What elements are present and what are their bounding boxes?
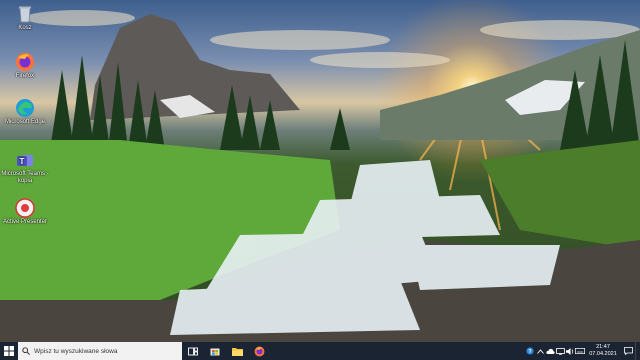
desktop-icon-edge[interactable]: Microsoft Edge bbox=[0, 98, 50, 126]
clock-date: 07.04.2021 bbox=[589, 351, 617, 357]
teams-icon: T bbox=[15, 150, 35, 170]
taskbar-app-file-explorer[interactable] bbox=[226, 342, 248, 360]
taskbar-app-store[interactable] bbox=[204, 342, 226, 360]
desktop-wallpaper[interactable]: Kosz Firefox Microsoft Edge T Microsoft … bbox=[0, 0, 640, 342]
firefox-icon bbox=[15, 52, 35, 72]
desktop-icon-label: Microsoft Edge bbox=[4, 119, 46, 125]
taskbar: Wpisz tu wyszukiwane słowa ? 21:47 07.04… bbox=[0, 342, 640, 360]
chevron-up-icon[interactable] bbox=[535, 342, 545, 360]
search-placeholder: Wpisz tu wyszukiwane słowa bbox=[34, 347, 118, 355]
firefox-icon bbox=[254, 346, 264, 356]
svg-text:T: T bbox=[20, 157, 25, 166]
keyboard-icon[interactable] bbox=[575, 342, 585, 360]
desktop-icon-label: Active Presenter bbox=[2, 219, 48, 225]
desktop-icon-active-presenter[interactable]: Active Presenter bbox=[0, 198, 50, 226]
desktop-icon-recycle-bin[interactable]: Kosz bbox=[0, 4, 50, 32]
desktop-icon-label: Microsoft Teams - kopia bbox=[1, 171, 49, 184]
edge-icon bbox=[15, 98, 35, 118]
microsoft-store-icon bbox=[210, 348, 220, 356]
start-button[interactable] bbox=[0, 342, 18, 360]
taskbar-app-firefox[interactable] bbox=[248, 342, 270, 360]
system-tray: ? 21:47 07.04.2021 bbox=[525, 342, 640, 360]
help-icon[interactable]: ? bbox=[525, 342, 535, 360]
desktop-icon-label: Kosz bbox=[18, 25, 32, 31]
notification-icon bbox=[623, 347, 633, 355]
active-presenter-icon bbox=[15, 198, 35, 218]
show-desktop-button[interactable] bbox=[635, 342, 640, 360]
svg-text:?: ? bbox=[528, 349, 532, 355]
search-icon bbox=[22, 347, 30, 355]
meadow-right bbox=[480, 140, 640, 250]
clock-time: 21:47 bbox=[596, 344, 610, 350]
windows-logo-icon bbox=[4, 346, 14, 356]
network-icon[interactable] bbox=[555, 342, 565, 360]
cloud-icon[interactable] bbox=[545, 342, 555, 360]
desktop-icon-teams[interactable]: T Microsoft Teams - kopia bbox=[0, 150, 50, 185]
wallpaper-landscape bbox=[0, 10, 640, 342]
clock[interactable]: 21:47 07.04.2021 bbox=[585, 344, 621, 358]
task-view-button[interactable] bbox=[182, 342, 204, 360]
desktop-icon-label: Firefox bbox=[15, 73, 35, 79]
taskbar-search-box[interactable]: Wpisz tu wyszukiwane słowa bbox=[18, 342, 182, 360]
notification-center-button[interactable] bbox=[621, 342, 635, 360]
task-view-icon bbox=[188, 347, 198, 355]
file-explorer-icon bbox=[231, 347, 243, 356]
recycle-bin-icon bbox=[15, 4, 35, 24]
desktop-icon-firefox[interactable]: Firefox bbox=[0, 52, 50, 80]
volume-icon[interactable] bbox=[565, 342, 575, 360]
